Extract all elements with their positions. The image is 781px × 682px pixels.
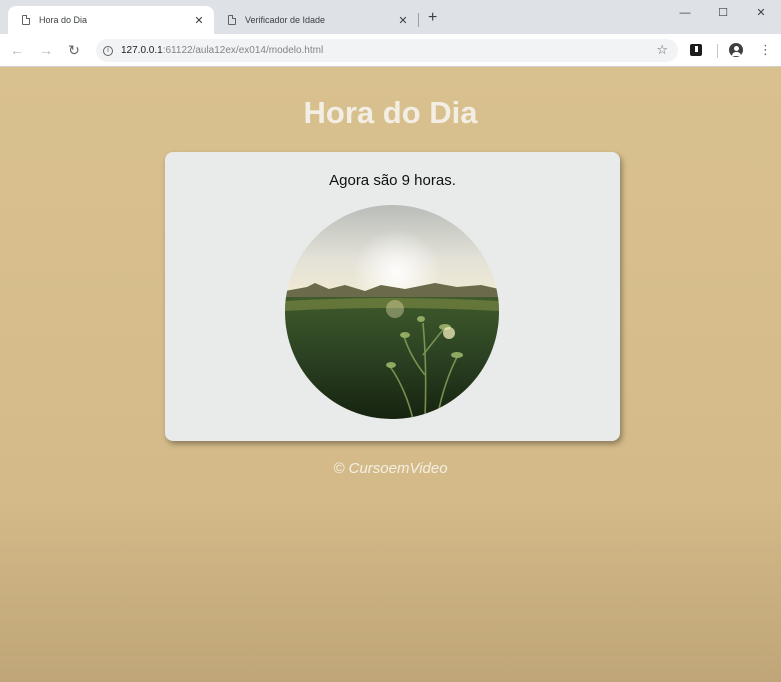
tab-verificador-de-idade[interactable]: Verificador de Idade ✕	[214, 6, 418, 34]
close-tab-icon[interactable]: ✕	[192, 14, 206, 27]
menu-icon[interactable]: ⋮	[759, 42, 772, 58]
toolbar-divider	[717, 44, 718, 58]
tab-strip: Hora do Dia ✕ Verificador de Idade ✕ + —…	[0, 0, 781, 34]
star-icon[interactable]: ☆	[656, 42, 668, 58]
page-title: Hora do Dia	[303, 95, 478, 130]
tab-title: Verificador de Idade	[245, 15, 326, 25]
info-icon[interactable]: i	[103, 45, 113, 56]
time-message: Agora são 9 horas.	[329, 172, 456, 189]
url-host: 127.0.0.1	[121, 45, 163, 56]
footer-credit: © CursoemVideo	[333, 460, 448, 477]
forward-button[interactable]: →	[37, 41, 55, 59]
page-icon	[228, 15, 236, 25]
page-icon	[22, 15, 30, 25]
extension-icon[interactable]	[690, 44, 702, 56]
tab-title: Hora do Dia	[39, 15, 88, 25]
address-bar[interactable]: i 127.0.0.1:61122/aula12ex/ex014/modelo.…	[96, 39, 678, 62]
back-button[interactable]: ←	[8, 41, 26, 59]
tab-hora-do-dia[interactable]: Hora do Dia ✕	[8, 6, 214, 34]
morning-photo	[285, 205, 499, 419]
close-tab-icon[interactable]: ✕	[396, 14, 410, 27]
close-window-button[interactable]: ✕	[742, 4, 780, 22]
browser-toolbar: ← → ↻ i 127.0.0.1:61122/aula12ex/ex014/m…	[0, 34, 781, 67]
url-path: :61122/aula12ex/ex014/modelo.html	[162, 45, 324, 56]
reload-button[interactable]: ↻	[65, 41, 83, 59]
maximize-button[interactable]: ☐	[704, 4, 742, 22]
profile-icon[interactable]	[729, 43, 743, 57]
new-tab-button[interactable]: +	[428, 10, 437, 26]
page-viewport: Hora do Dia Agora são 9 horas. © Cursoem…	[0, 67, 781, 682]
tab-divider	[418, 13, 419, 27]
time-card: Agora são 9 horas.	[165, 152, 620, 441]
minimize-button[interactable]: —	[666, 4, 704, 22]
